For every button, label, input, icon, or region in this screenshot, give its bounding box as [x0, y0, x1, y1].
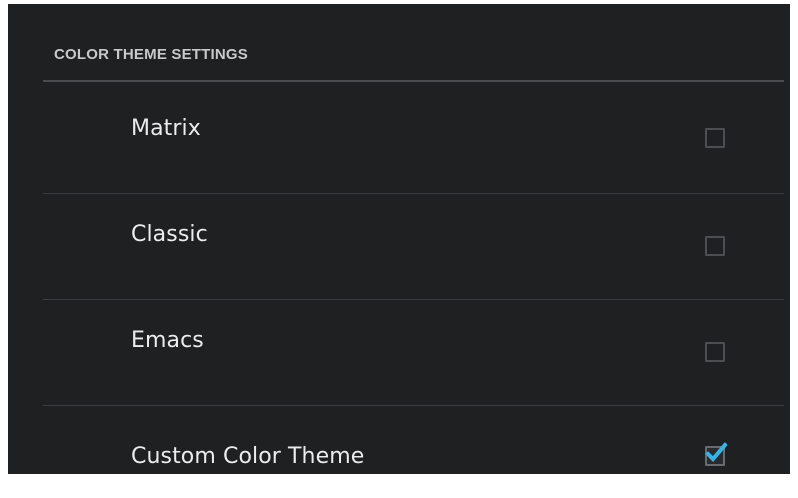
theme-option-emacs[interactable]: Emacs	[43, 300, 784, 406]
theme-checkbox-custom[interactable]	[705, 442, 727, 466]
theme-option-label: Classic	[131, 222, 208, 247]
section-header: COLOR THEME SETTINGS	[54, 46, 249, 63]
theme-checkbox-matrix[interactable]	[705, 128, 725, 148]
settings-panel: COLOR THEME SETTINGS Matrix Classic Emac…	[8, 4, 790, 474]
theme-option-label: Custom Color Theme	[131, 444, 365, 469]
theme-option-label: Emacs	[131, 328, 204, 353]
theme-checkbox-emacs[interactable]	[705, 342, 725, 362]
header-divider	[43, 80, 784, 82]
theme-option-label: Matrix	[131, 116, 201, 141]
theme-option-classic[interactable]: Classic	[43, 194, 784, 300]
checkmark-icon	[705, 442, 727, 462]
theme-checkbox-classic[interactable]	[705, 236, 725, 256]
theme-option-matrix[interactable]: Matrix	[43, 88, 784, 194]
theme-option-custom[interactable]: Custom Color Theme	[43, 406, 784, 474]
